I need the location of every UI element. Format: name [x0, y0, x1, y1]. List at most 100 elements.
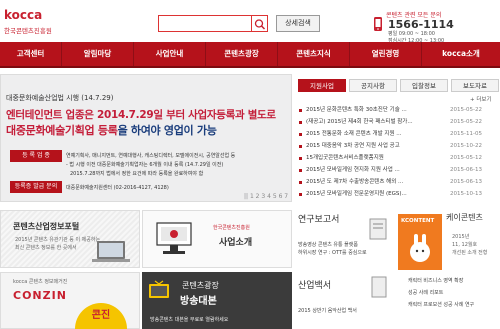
banner-tag-contact: 등록증 발급 문의	[10, 181, 62, 193]
kocca-homepage: kocca 한국콘텐츠진흥원 상세검색 콘텐츠 관련 모든 문의 1566-11…	[0, 0, 500, 329]
news-item[interactable]: (재공고) 2015년 제4회 한국 패스티벌 참가... 2015-05-22	[298, 117, 500, 128]
banner-line2-highlight: 대중문화예술기획업 등록	[6, 124, 118, 137]
portal-card[interactable]: 콘텐츠산업정보포털 2015년 콘텐츠 유관기관 등 이 제공하는 최신 콘텐츠…	[0, 210, 140, 268]
nav-item-business[interactable]: 사업안내	[134, 42, 206, 66]
banner-line-2: 대중문화예술기획업 등록을 하여야 영업이 가능	[6, 122, 217, 138]
report-book-icon	[369, 218, 387, 240]
banner-text-3: 2015.7.28까지 법에서 정한 요건에 따라 등록을 완료하여야 함	[70, 171, 204, 177]
report-title: 연구보고서	[298, 215, 340, 225]
rabbit-character-icon	[410, 234, 430, 262]
news-item-date: 2015-10-22	[450, 143, 482, 149]
news-item-title: (재공고) 2015년 제4회 한국 패스티벌 참가...	[306, 119, 413, 125]
main-nav: 고객센터 알림마당 사업안내 콘텐츠광장 콘텐츠지식 열린경영 kocca소개	[0, 42, 500, 68]
plaza-sub: 방송콘텐츠 대본을 무료로 열람하세요	[150, 317, 229, 323]
banner-line-1: 엔터테인먼트 업종은 2014.7.29일 부터 사업자등록과 별도로	[6, 107, 276, 122]
news-item[interactable]: 2015년 모바일게임 전문운영지원 (EGS)... 2015-10-13	[298, 189, 500, 200]
conzin-badge-text: 콘진	[91, 310, 111, 321]
plaza-title-1: 콘텐츠광장	[182, 281, 219, 290]
tab-support-business[interactable]: 지원사업	[298, 79, 346, 92]
news-item-title: 2015년 모바일게임 현지화 지원 사업 ...	[306, 167, 400, 173]
kcontents-desc: 개선된 소개 전형	[452, 250, 488, 256]
report-line-2: 하위시장 연구 : OTT를 중심으로	[298, 250, 367, 256]
whitepaper-book-icon	[371, 276, 387, 298]
news-tabs: 지원사업 공지사항 입찰정보 보도자료	[298, 79, 500, 92]
list-item[interactable]: 캐릭터 프로모션 성공 사례 연구	[408, 302, 474, 309]
news-item-title: 2015 대중음악 3차 공연 지원 사업 공고	[306, 143, 400, 149]
portal-title: 콘텐츠산업정보포털	[13, 222, 80, 231]
news-item[interactable]: 2015 전통문화 소재 콘텐츠 개발 지원 ... 2015-11-05	[298, 129, 500, 140]
banner-tag-category: 등 록 업 종	[10, 150, 62, 162]
banner-contact-text: 대중문화예술지원센터 (02-2016-4127, 4128)	[66, 185, 169, 191]
search-input[interactable]	[158, 15, 252, 32]
news-item-title: 15개입굿콘텐츠서비스플랫폼지원	[306, 155, 384, 161]
nav-item-contents-knowledge[interactable]: 콘텐츠지식	[278, 42, 350, 66]
news-item-title: 2015년 모바일게임 전문운영지원 (EGS)...	[306, 191, 407, 197]
list-item[interactable]: 캐릭터 비즈니스 영역 확장	[408, 278, 463, 285]
nav-item-notice[interactable]: 알림마당	[62, 42, 134, 66]
kcontents-cover-word: KCONTENT	[401, 218, 435, 224]
tab-bid-info[interactable]: 입찰정보	[400, 79, 448, 92]
logo[interactable]: kocca 한국콘텐츠진흥원	[4, 8, 64, 36]
report-line-1: 방송영상 콘텐츠 유통 플랫폼	[298, 242, 358, 248]
search-button[interactable]	[252, 15, 268, 32]
whitepaper-title: 산업백서	[298, 281, 332, 291]
whitepaper-line: 2015 상반기 음악산업 백서	[298, 308, 357, 314]
intro-title: 사업소개	[219, 238, 253, 248]
banner-heading: 대중문화예술산업법 시행 (14.7.29)	[6, 94, 114, 102]
nav-item-contents-plaza[interactable]: 콘텐츠광장	[206, 42, 278, 66]
news-item-title: 2015년 도 제7차 수출방송콘텐츠 해외 ...	[306, 179, 404, 185]
broadcast-script-card[interactable]: 콘텐츠광장 방송대본 방송콘텐츠 대본을 무료로 열람하세요	[142, 272, 292, 329]
tv-icon	[149, 280, 169, 298]
news-item[interactable]: 2015년 모바일게임 현지화 지원 사업 ... 2015-06-13	[298, 165, 500, 176]
kcontents-list: 캐릭터 비즈니스 영역 확장 성공 사례 리포트 캐릭터 프로모션 성공 사례 …	[400, 274, 500, 329]
banner-line1-highlight: 엔터테인먼트 업종	[6, 109, 85, 121]
kcontents-title: 케이콘텐츠	[446, 213, 483, 222]
banner-text-1: 연예기획사, 매니지먼트, 연예대행사, 캐스팅디렉터, 모델에이전시, 공연알…	[66, 153, 236, 159]
cs-hours-weekday: 평일 09:00 ~ 18:00	[388, 31, 435, 37]
news-item-date: 2015-10-13	[450, 191, 482, 197]
news-item-date: 2015-05-22	[450, 119, 482, 125]
business-intro-card[interactable]: 한국콘텐츠진흥원 사업소개	[142, 210, 292, 268]
kcontents-card[interactable]: KCONTENT 케이콘텐츠 2015년 11, 12월호 개선된 소개 전형	[398, 212, 500, 272]
nav-item-customer-center[interactable]: 고객센터	[0, 42, 62, 66]
tab-press[interactable]: 보도자료	[451, 79, 499, 92]
news-item[interactable]: 15개입굿콘텐츠서비스플랫폼지원 2015-05-12	[298, 153, 500, 164]
news-item[interactable]: 2015 대중음악 3차 공연 지원 사업 공고 2015-10-22	[298, 141, 500, 152]
customer-service-phone: 1566-1114	[388, 18, 454, 31]
banner-line1-rest: 은 2014.7.29일 부터 사업자등록과 별도로	[84, 109, 276, 121]
research-report-card[interactable]: 연구보고서 방송영상 콘텐츠 유통 플랫폼 하위시장 연구 : OTT를 중심으…	[298, 212, 394, 272]
banner-text-2: - 법 시행 이전 대중문화예술기획업자는 6개월 이내 등록 (14.7.29…	[66, 162, 224, 168]
nav-item-open-management[interactable]: 열린경영	[350, 42, 422, 66]
conzin-title: CONZIN	[13, 289, 67, 302]
kcontents-cover: KCONTENT	[398, 214, 442, 270]
search-icon	[254, 19, 266, 30]
nav-item-kocca-intro[interactable]: kocca소개	[422, 42, 500, 66]
news-item-date: 2015-05-22	[450, 107, 482, 113]
news-item-date: 2015-06-13	[450, 167, 482, 173]
kcontents-issue: 11, 12월호	[452, 242, 478, 248]
logo-subtitle: 한국콘텐츠진흥원	[4, 27, 52, 35]
news-item[interactable]: 2015년 문화콘텐츠 특화 30초진단 기술 ... 2015-05-22	[298, 105, 500, 116]
news-item-title: 2015년 문화콘텐츠 특화 30초진단 기술 ...	[306, 107, 407, 113]
intro-org: 한국콘텐츠진흥원	[213, 225, 250, 231]
news-item-title: 2015 전통문화 소재 콘텐츠 개발 지원 ...	[306, 131, 402, 137]
banner-line2-rest: 을 하여야 영업이 가능	[117, 124, 217, 137]
computer-illustration-icon	[156, 222, 192, 254]
news-item-date: 2015-06-13	[450, 179, 482, 185]
conzin-card[interactable]: kocca 콘텐츠 정보매거진 CONZIN 콘진	[0, 272, 140, 329]
portal-sub-2: 최신 콘텐츠 정보를 한 곳에서	[15, 245, 77, 251]
tab-notice[interactable]: 공지사항	[349, 79, 397, 92]
phone-icon	[372, 16, 384, 32]
whitepaper-card[interactable]: 산업백서 2015 상반기 음악산업 백서	[298, 272, 394, 327]
banner-pager[interactable]: || 1 2 3 4 5 6 7	[244, 193, 288, 200]
news-more-link[interactable]: + 더보기	[470, 95, 492, 103]
laptop-icon	[92, 241, 130, 262]
news-item-date: 2015-05-12	[450, 155, 482, 161]
portal-sub-1: 2015년 콘텐츠 유관기관 등 이 제공하는	[15, 237, 101, 243]
logo-text: kocca	[4, 8, 43, 22]
kcontents-year: 2015년	[452, 234, 470, 240]
conzin-top: kocca 콘텐츠 정보매거진	[13, 279, 68, 285]
detail-search-button[interactable]: 상세검색	[276, 15, 320, 32]
news-item[interactable]: 2015년 도 제7차 수출방송콘텐츠 해외 ... 2015-06-13	[298, 177, 500, 188]
list-item[interactable]: 성공 사례 리포트	[408, 290, 443, 297]
